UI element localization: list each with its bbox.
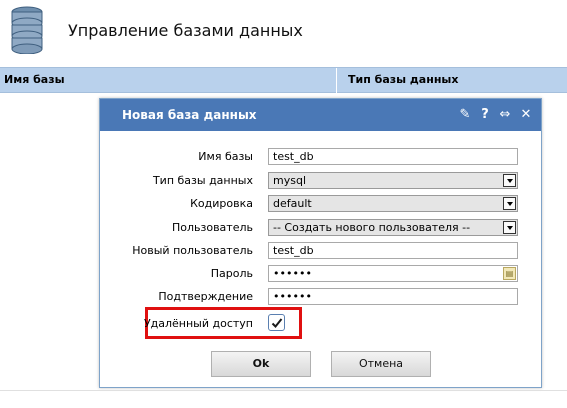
dialog-titlebar[interactable]: Новая база данных ✎ ? ⇔ ✕ [100,99,541,131]
chevron-down-icon[interactable] [503,174,516,187]
db-name-input[interactable]: test_db [268,148,518,165]
db-type-label: Тип базы данных [152,174,253,187]
help-icon[interactable]: ? [477,107,493,123]
footer-divider [0,390,567,391]
maximize-icon[interactable]: ⇔ [497,107,513,123]
table-header: Имя базы Тип базы данных [0,67,567,94]
confirm-label: Подтверждение [158,290,253,303]
check-icon [271,318,283,328]
confirm-password-input[interactable]: •••••• [268,288,518,305]
password-input[interactable]: •••••• ▤ [268,265,518,282]
db-type-value: mysql [273,174,306,187]
chevron-down-icon[interactable] [503,221,516,234]
remote-access-label: Удалённый доступ [143,317,253,330]
database-icon [11,6,43,54]
column-separator [336,68,337,94]
user-select[interactable]: -- Создать нового пользователя -- [268,219,518,236]
cancel-button[interactable]: Отмена [331,351,431,377]
ok-button[interactable]: Ok [211,351,311,377]
pin-icon[interactable]: ✎ [457,107,473,123]
chevron-down-icon[interactable] [503,197,516,210]
db-type-select[interactable]: mysql [268,172,518,189]
password-label: Пароль [210,267,253,280]
column-header-db-name[interactable]: Имя базы [4,73,65,86]
encoding-label: Кодировка [190,197,253,210]
column-header-db-type[interactable]: Тип базы данных [348,73,458,86]
dialog-title: Новая база данных [122,108,257,122]
encoding-value: default [273,197,312,210]
db-name-label: Имя базы [198,150,253,163]
page-title: Управление базами данных [68,21,303,40]
remote-access-checkbox[interactable] [268,314,285,331]
password-value: •••••• [273,267,312,280]
user-value: -- Создать нового пользователя -- [273,221,471,234]
user-label: Пользователь [171,221,253,234]
encoding-select[interactable]: default [268,195,518,212]
new-user-input[interactable]: test_db [268,242,518,259]
close-icon[interactable]: ✕ [518,107,534,123]
password-generator-icon[interactable]: ▤ [503,267,516,280]
new-database-dialog: Новая база данных ✎ ? ⇔ ✕ Имя базы test_… [99,98,542,388]
new-user-label: Новый пользователь [132,244,253,257]
